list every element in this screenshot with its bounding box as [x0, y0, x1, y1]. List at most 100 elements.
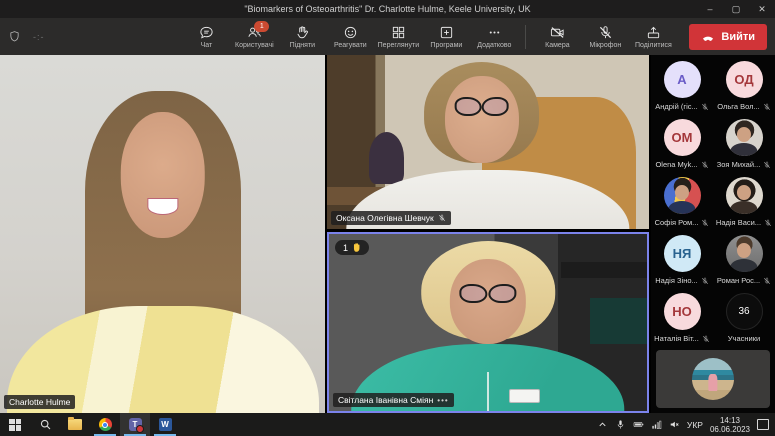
participant-cell[interactable]: НО Наталія Віт...: [651, 290, 713, 348]
clock[interactable]: 14:13 06.06.2023: [710, 416, 750, 434]
participant-cell[interactable]: Надія Васи...: [713, 174, 775, 232]
toolbar-buttons: Чат 1 Користувачі Підняти Реагувати Пере…: [182, 23, 767, 51]
participant-name: Роман Рос...: [717, 276, 760, 285]
view-button[interactable]: Переглянути: [374, 23, 422, 51]
participant-cell[interactable]: ОД Ольга Вол...: [713, 58, 775, 116]
participant-cell[interactable]: Зоя Михай...: [713, 116, 775, 174]
toolbar-divider: [525, 25, 526, 49]
teams-icon: T: [129, 418, 142, 431]
react-button[interactable]: Реагувати: [326, 23, 374, 51]
time: 14:13: [710, 416, 750, 425]
windows-logo-icon: [9, 419, 21, 431]
participant-name: Наталія Віт...: [654, 334, 699, 343]
raise-hand-icon: [295, 25, 310, 40]
name-tag: Оксана Олегівна Шевчук: [331, 211, 451, 225]
name-tag: Світлана Іванівна Сміян •••: [333, 393, 454, 407]
maximize-button[interactable]: ▢: [723, 0, 749, 18]
raise-hand-button[interactable]: Підняти: [278, 23, 326, 51]
participants-overflow-counter[interactable]: 36 Учасники: [713, 290, 775, 348]
participant-name: Надія Зіно...: [655, 276, 698, 285]
share-icon: [646, 25, 661, 40]
apps-button[interactable]: Програми: [422, 23, 470, 51]
video-stage: Charlotte Hulme Оксана Олегівна Шевчук 1: [0, 55, 775, 413]
muted-mic-icon: [701, 277, 709, 285]
participant-cell[interactable]: НЯ Надія Зіно...: [651, 232, 713, 290]
participant-cell[interactable]: Роман Рос...: [713, 232, 775, 290]
chrome-icon: [99, 418, 112, 431]
avatar: НО: [664, 293, 701, 330]
overflow-count: 36: [726, 293, 763, 330]
start-button[interactable]: [0, 413, 30, 436]
taskbar-search-button[interactable]: [30, 413, 60, 436]
camera-off-icon: [550, 25, 565, 40]
muted-mic-icon: [702, 335, 710, 343]
titlebar: "Biomarkers of Osteoarthritis" Dr. Charl…: [0, 0, 775, 18]
participant-name: Андрій (гіс...: [655, 102, 698, 111]
participant-name: Софія Ром...: [655, 218, 699, 227]
leave-button[interactable]: Вийти: [689, 24, 767, 50]
participant-name: Надія Васи...: [716, 218, 761, 227]
word-button[interactable]: W: [150, 413, 180, 436]
system-tray: УКР 14:13 06.06.2023: [597, 416, 775, 434]
chat-button[interactable]: Чат: [182, 23, 230, 51]
search-icon: [39, 418, 52, 431]
avatar: [726, 235, 763, 272]
muted-mic-icon: [764, 219, 772, 227]
participants-button[interactable]: 1 Користувачі: [230, 23, 278, 51]
avatar: ОД: [726, 61, 763, 98]
overflow-label: Учасники: [728, 334, 760, 343]
meeting-timer: -:-: [33, 32, 45, 42]
participant-cell[interactable]: А Андрій (гіс...: [651, 58, 713, 116]
teams-meeting-window: "Biomarkers of Osteoarthritis" Dr. Charl…: [0, 0, 775, 436]
close-button[interactable]: ✕: [749, 0, 775, 18]
hangup-icon: [701, 30, 715, 44]
participant-name: Olena Myk...: [655, 160, 697, 169]
tray-volume-muted-icon[interactable]: [669, 419, 680, 430]
tray-battery-icon[interactable]: [633, 419, 644, 430]
folder-icon: [68, 419, 82, 430]
window-controls: – ▢ ✕: [697, 0, 775, 18]
video-feed: [329, 234, 647, 411]
tile-more-icon[interactable]: •••: [437, 396, 448, 405]
teams-button[interactable]: T: [120, 413, 150, 436]
tray-mic-icon[interactable]: [615, 419, 626, 430]
tray-chevron-up-icon[interactable]: [597, 419, 608, 430]
language-indicator[interactable]: УКР: [687, 420, 703, 430]
meeting-title: "Biomarkers of Osteoarthritis" Dr. Charl…: [0, 4, 775, 14]
video-feed: [327, 55, 649, 229]
meeting-toolbar: -:- Чат 1 Користувачі Підняти Реагувати: [0, 18, 775, 55]
tray-network-icon[interactable]: [651, 419, 662, 430]
more-icon: [487, 25, 502, 40]
minimize-button[interactable]: –: [697, 0, 723, 18]
mic-button[interactable]: Мікрофон: [581, 23, 629, 51]
self-view-tile[interactable]: [656, 350, 770, 408]
windows-taskbar: T W УКР 14:13 06.06.2023: [0, 413, 775, 436]
video-feed: [0, 55, 325, 413]
avatar: А: [664, 61, 701, 98]
avatar: НЯ: [664, 235, 701, 272]
share-button[interactable]: Поділитися: [629, 23, 677, 51]
video-tile-charlotte[interactable]: Charlotte Hulme: [0, 55, 325, 413]
participant-name: Ольга Вол...: [717, 102, 760, 111]
file-explorer-button[interactable]: [60, 413, 90, 436]
name-tag: Charlotte Hulme: [4, 395, 75, 409]
more-button[interactable]: Додатково: [470, 23, 518, 51]
video-tile-oksana[interactable]: Оксана Олегівна Шевчук: [327, 55, 649, 229]
muted-mic-icon: [763, 161, 771, 169]
chrome-button[interactable]: [90, 413, 120, 436]
muted-mic-icon: [701, 161, 709, 169]
react-icon: [343, 25, 358, 40]
action-center-icon[interactable]: [757, 419, 769, 430]
muted-mic-icon: [763, 103, 771, 111]
self-avatar: [692, 358, 734, 400]
avatar: [726, 119, 763, 156]
avatar: [664, 177, 701, 214]
muted-mic-icon: [701, 219, 709, 227]
participant-cell[interactable]: ОМ Olena Myk...: [651, 116, 713, 174]
participant-name: Зоя Михай...: [717, 160, 761, 169]
participants-sidebar: А Андрій (гіс... ОД Ольга Вол... ОМ Olen…: [651, 55, 775, 413]
camera-button[interactable]: Камера: [533, 23, 581, 51]
avatar: [726, 177, 763, 214]
video-tile-svitlana-active[interactable]: 1 Світлана Іванівна Сміян •••: [327, 232, 649, 413]
participant-cell[interactable]: Софія Ром...: [651, 174, 713, 232]
